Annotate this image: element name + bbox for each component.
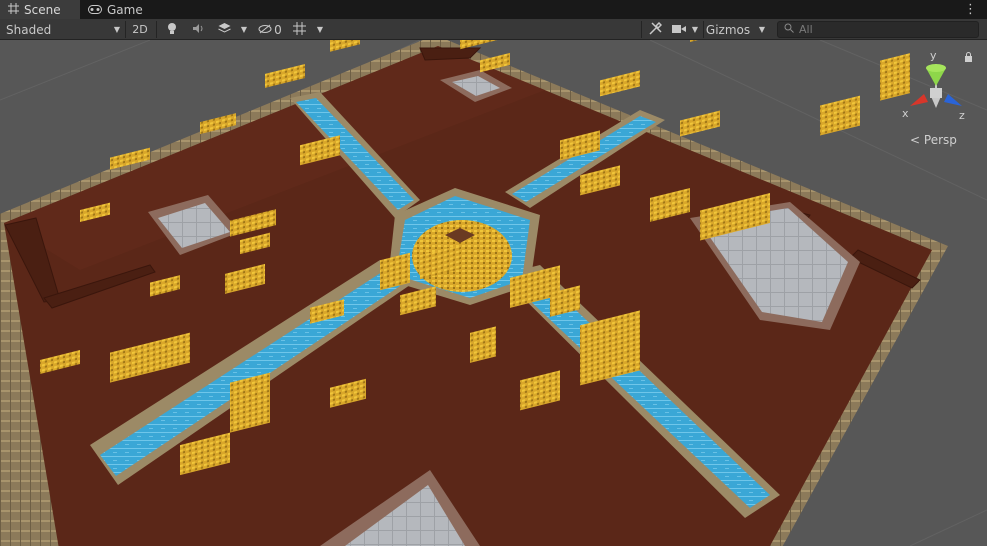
chevron-down-icon: ▼ [691,25,699,34]
grid-dropdown[interactable]: ▼ [312,20,328,39]
chevron-down-icon: ▼ [758,25,766,34]
window-tab-bar: Scene Game ⋮ [0,0,987,19]
camera-settings-button[interactable] [669,20,689,39]
hidden-object-count: 0 [274,22,282,37]
toggle-2d-label: 2D [132,23,148,36]
chevron-down-icon: ▼ [240,25,248,34]
gizmo-z-label: z [959,109,965,122]
search-field[interactable]: All [777,21,979,38]
lighting-toggle[interactable] [159,20,185,39]
more-options-icon[interactable]: ⋮ [964,2,977,17]
scene-viewport[interactable]: y x z < Persp [0,40,987,546]
projection-toggle[interactable]: < Persp [910,133,957,147]
gizmos-label: Gizmos [705,22,751,37]
tools-button[interactable] [644,20,666,39]
grid-toggle[interactable] [288,20,310,39]
gizmos-button[interactable]: Gizmos [705,20,751,39]
tab-game[interactable]: Game [80,0,150,19]
chevron-down-icon: ▼ [113,25,120,34]
layers-icon [217,22,231,37]
camera-icon [672,23,686,37]
divider [641,21,642,38]
divider [125,21,126,38]
tools-icon [648,21,662,38]
gizmos-dropdown[interactable]: ▼ [754,20,770,39]
draw-mode-dropdown[interactable]: Shaded ▼ [4,20,122,39]
grid-snap-icon [292,21,306,38]
lightbulb-icon [167,22,177,38]
projection-label: Persp [923,133,957,147]
draw-mode-value: Shaded [6,22,52,37]
lock-icon[interactable] [964,52,973,65]
speaker-icon [192,23,205,37]
effects-dropdown[interactable]: ▼ [236,20,252,39]
gizmo-x-cone [910,94,928,106]
audio-toggle[interactable] [185,20,211,39]
scene-render [0,40,987,546]
camera-dropdown[interactable]: ▼ [688,20,702,39]
grid-icon [8,2,19,17]
toggle-2d-button[interactable]: 2D [127,20,153,39]
scene-visibility-toggle[interactable]: 0 [254,20,286,39]
search-icon [784,23,794,36]
search-placeholder: All [799,23,813,36]
gizmo-z-cone [944,94,962,106]
wheat-patch [230,372,270,433]
effects-toggle[interactable] [211,20,237,39]
gizmo-x-label: x [902,107,909,120]
perspective-icon: < [910,133,921,147]
tab-scene-label: Scene [24,2,61,17]
tab-game-label: Game [107,2,143,17]
gamepad-icon [88,3,102,17]
gizmo-y-label: y [930,49,937,62]
scene-toolbar: Shaded ▼ 2D ▼ 0 ▼ ▼ Gizmos ▼ All [0,19,987,40]
tab-scene[interactable]: Scene [0,0,80,19]
eye-slash-icon [258,23,272,37]
chevron-down-icon: ▼ [316,25,324,34]
divider [703,21,704,38]
divider [156,21,157,38]
